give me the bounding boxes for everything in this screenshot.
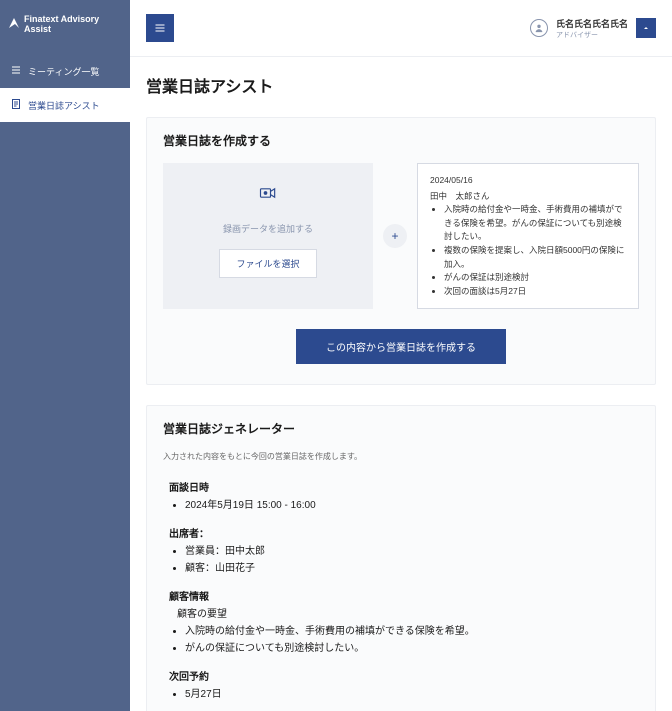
notes-customer: 田中 太郎さん <box>430 190 626 204</box>
create-panel: 営業日誌を作成する 録画データを追加する ファイルを選択 + 2024/05/1… <box>146 117 656 385</box>
notes-list: 入院時の給付金や一時金、手術費用の補填ができる保険を希望。がんの保証についても別… <box>430 203 626 298</box>
doc-next: 5月27日 <box>185 686 633 703</box>
generate-button[interactable]: この内容から営業日誌を作成する <box>296 329 506 364</box>
doc-heading-custinfo: 顧客情報 <box>169 589 633 606</box>
notes-date: 2024/05/16 <box>430 174 626 188</box>
notes-item: 複数の保険を提案し、入院日額5000円の保険に加入。 <box>444 244 626 271</box>
sidebar-item-meetings[interactable]: ミーティング一覧 <box>0 54 130 88</box>
menu-toggle-button[interactable] <box>146 14 174 42</box>
user-text: 氏名氏名氏名氏名 アドバイザー <box>556 17 628 40</box>
video-record-icon <box>258 183 278 208</box>
generator-title: 営業日誌ジェネレーター <box>163 420 639 437</box>
brand: Finatext Advisory Assist <box>0 14 130 54</box>
user-name: 氏名氏名氏名氏名 <box>556 17 628 30</box>
doc-wish: 入院時の給付金や一時金、手術費用の補填ができる保険を希望。 <box>185 623 633 640</box>
document-icon <box>10 98 22 112</box>
create-panel-title: 営業日誌を作成する <box>163 132 639 149</box>
notes-item: 入院時の給付金や一時金、手術費用の補填ができる保険を希望。がんの保証についても別… <box>444 203 626 244</box>
doc-heading-attendees: 出席者： <box>169 526 633 543</box>
generator-panel: 営業日誌ジェネレーター 入力された内容をもとに今回の営業日誌を作成します。 面談… <box>146 405 656 711</box>
doc-heading-datetime: 面談日時 <box>169 480 633 497</box>
file-select-button[interactable]: ファイルを選択 <box>219 249 316 278</box>
create-row: 録画データを追加する ファイルを選択 + 2024/05/16 田中 太郎さん … <box>163 163 639 309</box>
notes-item: 次回の面談は5月27日 <box>444 285 626 299</box>
doc-wish: がんの保証についても別途検討したい。 <box>185 640 633 657</box>
chevron-up-icon[interactable] <box>636 18 656 38</box>
brand-text: Finatext Advisory Assist <box>24 14 122 34</box>
user-role: アドバイザー <box>556 30 628 40</box>
upload-label: 録画データを追加する <box>223 222 313 235</box>
generated-doc: 面談日時 2024年5月19日 15:00 - 16:00 出席者： 営業員：田… <box>163 480 639 703</box>
doc-subheading-wish: 顧客の要望 <box>169 606 633 623</box>
sidebar-item-label: 営業日誌アシスト <box>28 99 100 112</box>
doc-attendee: 顧客：山田花子 <box>185 560 633 577</box>
list-icon <box>10 64 22 78</box>
brand-icon <box>8 17 20 31</box>
doc-heading-next: 次回予約 <box>169 669 633 686</box>
content: 営業日誌アシスト 営業日誌を作成する 録画データを追加する ファイルを選択 + … <box>130 57 672 711</box>
generator-subtitle: 入力された内容をもとに今回の営業日誌を作成します。 <box>163 451 639 462</box>
upload-card: 録画データを追加する ファイルを選択 <box>163 163 373 309</box>
notes-item: がんの保証は別途検討 <box>444 271 626 285</box>
sidebar: Finatext Advisory Assist ミーティング一覧 営業日誌アシ… <box>0 0 130 711</box>
add-button[interactable]: + <box>383 224 407 248</box>
topbar: 氏名氏名氏名氏名 アドバイザー <box>130 0 672 57</box>
doc-datetime: 2024年5月19日 15:00 - 16:00 <box>185 497 633 514</box>
main: 氏名氏名氏名氏名 アドバイザー 営業日誌アシスト 営業日誌を作成する 録画データ… <box>130 0 672 711</box>
sidebar-item-label: ミーティング一覧 <box>28 65 99 78</box>
user-menu[interactable]: 氏名氏名氏名氏名 アドバイザー <box>530 17 656 40</box>
page-title: 営業日誌アシスト <box>146 57 656 117</box>
notes-box: 2024/05/16 田中 太郎さん 入院時の給付金や一時金、手術費用の補填がで… <box>417 163 639 309</box>
cta-row: この内容から営業日誌を作成する <box>163 329 639 364</box>
avatar-icon <box>530 19 548 37</box>
sidebar-item-assist[interactable]: 営業日誌アシスト <box>0 88 130 122</box>
doc-attendee: 営業員：田中太郎 <box>185 543 633 560</box>
